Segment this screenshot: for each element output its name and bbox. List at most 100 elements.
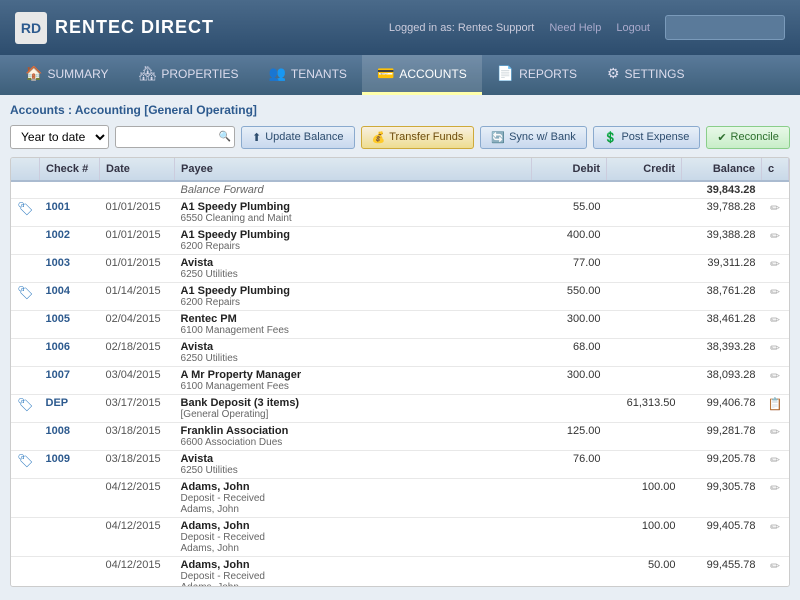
sync-bank-label: Sync w/ Bank: [509, 131, 576, 143]
search-input[interactable]: [115, 126, 235, 148]
row-action[interactable]: ✏: [762, 199, 789, 227]
payee-name: Adams, John: [181, 481, 526, 493]
payee-sub: 6250 Utilities: [181, 465, 526, 476]
row-check: 1002: [40, 227, 100, 255]
reconcile-icon: ✔: [717, 131, 726, 144]
nav-item-settings[interactable]: ⚙ SETTINGS: [592, 55, 700, 95]
edit-icon[interactable]: ✏: [770, 453, 780, 467]
row-balance: 39,311.28: [682, 255, 762, 283]
row-payee: Avista6250 Utilities: [175, 451, 532, 479]
nav-item-properties[interactable]: 🏘 PROPERTIES: [124, 55, 254, 95]
header-search-input[interactable]: [665, 15, 785, 40]
nav-item-accounts[interactable]: 💳 ACCOUNTS: [362, 55, 482, 95]
row-action[interactable]: ✏: [762, 479, 789, 518]
toolbar: Year to date This month Last month All ⬆…: [10, 125, 790, 149]
row-credit: 100.00: [607, 479, 682, 518]
row-payee: Avista6250 Utilities: [175, 255, 532, 283]
nav-label-tenants: TENANTS: [291, 67, 347, 81]
logo-text: RENTEC DIRECT: [55, 17, 214, 38]
payee-sub: [General Operating]: [181, 409, 526, 420]
edit-icon[interactable]: ✏: [770, 229, 780, 243]
transfer-funds-button[interactable]: 💰 Transfer Funds: [361, 126, 475, 149]
row-credit: [607, 199, 682, 227]
row-action[interactable]: ✏: [762, 339, 789, 367]
edit-icon[interactable]: ✏: [770, 285, 780, 299]
reconcile-button[interactable]: ✔ Reconcile: [706, 126, 790, 149]
row-tag-cell: 🏷: [11, 451, 40, 479]
row-payee: A1 Speedy Plumbing6200 Repairs: [175, 283, 532, 311]
row-date: 04/12/2015: [100, 479, 175, 518]
edit-icon[interactable]: ✏: [770, 481, 780, 495]
row-action[interactable]: ✏: [762, 367, 789, 395]
col-credit: Credit: [607, 158, 682, 181]
row-payee: A1 Speedy Plumbing6200 Repairs: [175, 227, 532, 255]
row-credit: 61,313.50: [607, 395, 682, 423]
copy-icon[interactable]: 📋: [768, 397, 783, 411]
table-header-row: Check # Date Payee Debit Credit Balance …: [11, 158, 789, 181]
payee-sub: 6550 Cleaning and Maint: [181, 213, 526, 224]
edit-icon[interactable]: ✏: [770, 257, 780, 271]
row-credit: [607, 367, 682, 395]
row-payee: Avista6250 Utilities: [175, 339, 532, 367]
update-balance-button[interactable]: ⬆ Update Balance: [241, 126, 355, 149]
transfer-funds-icon: 💰: [372, 131, 386, 144]
row-tag-cell: 🏷: [11, 199, 40, 227]
logout-link[interactable]: Logout: [616, 22, 650, 34]
row-credit: [607, 423, 682, 451]
nav-label-properties: PROPERTIES: [161, 67, 238, 81]
settings-icon: ⚙: [607, 65, 620, 82]
edit-icon[interactable]: ✏: [770, 559, 780, 573]
nav-label-summary: SUMMARY: [47, 67, 108, 81]
edit-icon[interactable]: ✏: [770, 313, 780, 327]
row-date: [100, 181, 175, 199]
search-wrap: [115, 126, 235, 148]
row-action[interactable]: 📋: [762, 395, 789, 423]
edit-icon[interactable]: ✏: [770, 425, 780, 439]
nav-item-reports[interactable]: 📄 REPORTS: [482, 55, 592, 95]
payee-sub: 6600 Association Dues: [181, 437, 526, 448]
row-date: 03/18/2015: [100, 423, 175, 451]
edit-icon[interactable]: ✏: [770, 341, 780, 355]
row-action[interactable]: ✏: [762, 227, 789, 255]
row-action[interactable]: ✏: [762, 518, 789, 557]
row-action[interactable]: ✏: [762, 255, 789, 283]
payee-name: A1 Speedy Plumbing: [181, 285, 526, 297]
payee-name: A Mr Property Manager: [181, 369, 526, 381]
row-debit: 300.00: [532, 367, 607, 395]
edit-icon[interactable]: ✏: [770, 201, 780, 215]
row-action[interactable]: ✏: [762, 451, 789, 479]
row-action[interactable]: ✏: [762, 311, 789, 339]
need-help-link[interactable]: Need Help: [549, 22, 601, 34]
row-balance: 99,305.78: [682, 479, 762, 518]
nav-item-summary[interactable]: 🏠 SUMMARY: [10, 55, 124, 95]
col-payee: Payee: [175, 158, 532, 181]
edit-icon[interactable]: ✏: [770, 520, 780, 534]
properties-icon: 🏘: [139, 65, 157, 82]
tag-icon[interactable]: 🏷: [17, 201, 34, 216]
col-balance: Balance: [682, 158, 762, 181]
post-expense-button[interactable]: 💲 Post Expense: [593, 126, 701, 149]
content: Accounts : Accounting [General Operating…: [0, 95, 800, 600]
payee-sub: Deposit - Received: [181, 532, 526, 543]
tag-icon[interactable]: 🏷: [17, 397, 34, 412]
accounts-icon: 💳: [377, 65, 394, 82]
row-action[interactable]: ✏: [762, 283, 789, 311]
row-date: 02/04/2015: [100, 311, 175, 339]
row-debit: [532, 518, 607, 557]
row-check: 1009: [40, 451, 100, 479]
row-tag-cell: [11, 518, 40, 557]
col-debit: Debit: [532, 158, 607, 181]
tag-icon[interactable]: 🏷: [17, 453, 34, 468]
row-action[interactable]: ✏: [762, 423, 789, 451]
sync-bank-button[interactable]: 🔄 Sync w/ Bank: [480, 126, 586, 149]
row-date: 04/12/2015: [100, 518, 175, 557]
row-date: 01/01/2015: [100, 255, 175, 283]
logged-in-text: Logged in as: Rentec Support: [389, 22, 535, 34]
edit-icon[interactable]: ✏: [770, 369, 780, 383]
row-check: 1006: [40, 339, 100, 367]
nav-item-tenants[interactable]: 👥 TENANTS: [253, 55, 361, 95]
row-balance: 38,093.28: [682, 367, 762, 395]
tag-icon[interactable]: 🏷: [17, 285, 34, 300]
date-filter-select[interactable]: Year to date This month Last month All: [10, 125, 109, 149]
row-action[interactable]: ✏: [762, 557, 789, 588]
